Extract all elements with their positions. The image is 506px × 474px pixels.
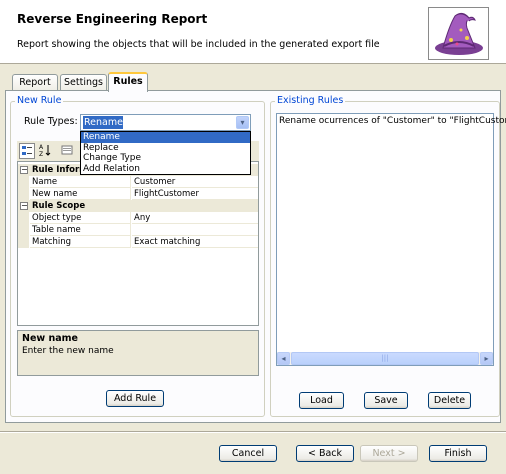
- scrollbar-thumb[interactable]: |||: [291, 352, 479, 365]
- existing-rules-list[interactable]: Rename ocurrences of "Customer" to "Flig…: [276, 113, 506, 366]
- help-description: Enter the new name: [22, 346, 114, 356]
- svg-text:A: A: [39, 144, 44, 151]
- page-title: Reverse Engineering Report: [17, 12, 208, 26]
- property-key: Object type: [30, 212, 131, 224]
- delete-button[interactable]: Delete: [428, 392, 471, 409]
- rule-type-dropdown[interactable]: Rename Replace Change Type Add Relation: [80, 131, 251, 175]
- property-value[interactable]: Exact matching: [132, 236, 258, 248]
- tab-settings[interactable]: Settings: [60, 74, 107, 91]
- collapse-icon[interactable]: −: [20, 166, 28, 174]
- rule-type-value: Rename: [83, 116, 123, 129]
- chevron-down-icon[interactable]: ▾: [236, 116, 249, 129]
- property-row-object-type[interactable]: Object type Any: [18, 212, 258, 224]
- property-grid: − Rule Information Name Customer New nam…: [17, 161, 259, 326]
- collapse-icon[interactable]: −: [20, 202, 28, 210]
- property-key: New name: [30, 188, 131, 200]
- dropdown-option-rename[interactable]: Rename: [81, 132, 250, 143]
- footer-divider: [0, 431, 506, 433]
- scroll-left-icon[interactable]: ◂: [277, 352, 290, 365]
- property-row-new-name[interactable]: New name FlightCustomer: [18, 188, 258, 200]
- cancel-button[interactable]: Cancel: [219, 445, 277, 462]
- property-pages-icon[interactable]: [59, 143, 75, 159]
- property-row-name[interactable]: Name Customer: [18, 176, 258, 188]
- new-rule-group-label: New Rule: [15, 95, 64, 106]
- horizontal-scrollbar[interactable]: ◂ ||| ▸: [277, 352, 493, 365]
- add-rule-button[interactable]: Add Rule: [106, 390, 164, 407]
- property-row-table-name[interactable]: Table name: [18, 224, 258, 236]
- list-item[interactable]: Rename ocurrences of "Customer" to "Flig…: [279, 116, 506, 126]
- category-label: Rule Scope: [32, 201, 86, 211]
- property-key: Name: [30, 176, 131, 188]
- property-value[interactable]: FlightCustomer: [132, 188, 258, 200]
- property-value[interactable]: [132, 224, 258, 236]
- tab-report[interactable]: Report: [12, 74, 58, 91]
- dropdown-option-change-type[interactable]: Change Type: [81, 153, 250, 164]
- rule-type-combo[interactable]: Rename ▾: [80, 114, 251, 131]
- sort-alphabetical-icon[interactable]: AZ: [37, 143, 53, 159]
- category-rule-scope[interactable]: − Rule Scope: [18, 200, 258, 212]
- tab-rules[interactable]: Rules: [108, 72, 148, 92]
- next-button[interactable]: Next >: [360, 445, 418, 462]
- back-button[interactable]: < Back: [296, 445, 354, 462]
- rule-types-label: Rule Types:: [24, 116, 78, 127]
- property-key: Table name: [30, 224, 131, 236]
- categorized-icon[interactable]: [19, 143, 35, 159]
- property-row-matching[interactable]: Matching Exact matching: [18, 236, 258, 248]
- property-help-pane: New name Enter the new name: [17, 330, 259, 376]
- page-subtitle: Report showing the objects that will be …: [17, 39, 380, 50]
- svg-text:Z: Z: [39, 151, 43, 157]
- dropdown-option-add-relation[interactable]: Add Relation: [81, 164, 250, 175]
- dropdown-option-replace[interactable]: Replace: [81, 143, 250, 154]
- load-button[interactable]: Load: [299, 392, 344, 409]
- wizard-header: Reverse Engineering Report Report showin…: [0, 0, 506, 64]
- wizard-hat-icon: [428, 7, 489, 60]
- existing-rules-group-label: Existing Rules: [275, 95, 346, 106]
- save-button[interactable]: Save: [364, 392, 408, 409]
- finish-button[interactable]: Finish: [429, 445, 487, 462]
- property-key: Matching: [30, 236, 131, 248]
- property-value[interactable]: Customer: [132, 176, 258, 188]
- help-title: New name: [22, 333, 78, 344]
- property-value[interactable]: Any: [132, 212, 258, 224]
- scroll-right-icon[interactable]: ▸: [480, 352, 493, 365]
